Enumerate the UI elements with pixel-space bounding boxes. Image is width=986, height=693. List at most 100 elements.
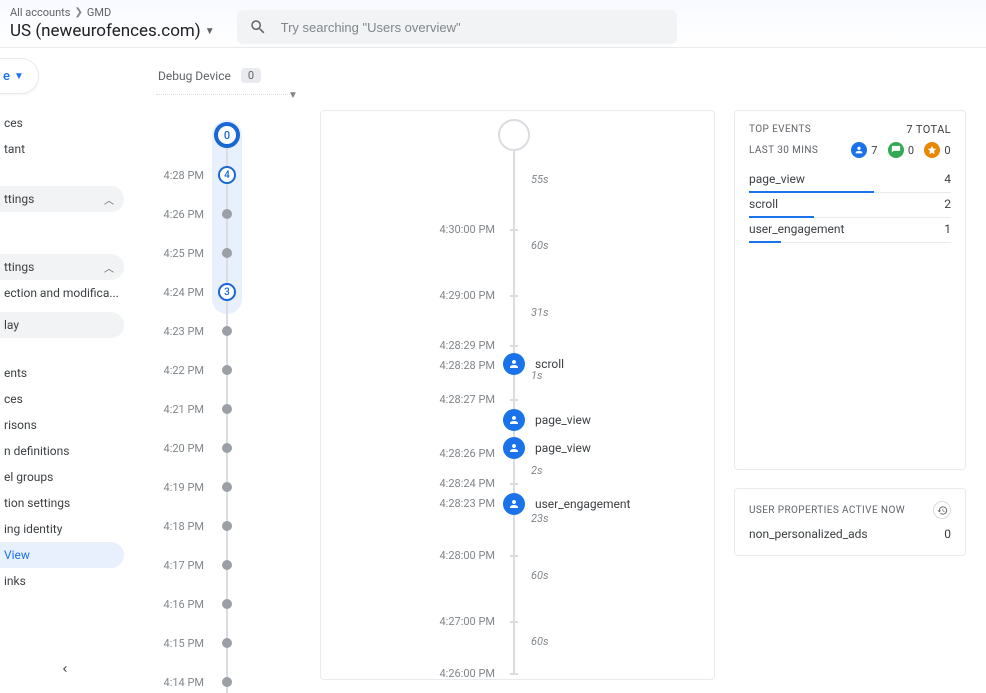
breadcrumb-account[interactable]: GMD [87, 6, 111, 19]
sidebar-item-label: tion settings [4, 496, 70, 510]
chevron-up-icon: ︿ [104, 260, 114, 275]
green-event-icon [888, 142, 904, 158]
minute-node[interactable] [222, 248, 232, 258]
event-name: scroll [535, 357, 564, 371]
minute-node[interactable] [222, 443, 232, 453]
sidebar-item[interactable]: ces [0, 110, 124, 136]
minute-node-count: 0 [224, 129, 230, 142]
event-tick [510, 621, 518, 623]
person-icon [503, 437, 525, 459]
event-tick [510, 345, 518, 347]
minute-node[interactable]: 3 [218, 283, 236, 301]
sidebar-item-label: ces [4, 392, 23, 406]
sidebar-item[interactable]: ing identity [0, 516, 124, 542]
caret-down-icon: ▼ [14, 71, 24, 82]
property-selector[interactable]: US (neweurofences.com) ▼ [10, 21, 215, 41]
minute-time-label: 4:25 PM [158, 247, 204, 260]
sidebar-item-label: ection and modifica... [4, 286, 119, 300]
user-property-row[interactable]: non_personalized_ads0 [749, 525, 951, 543]
sidebar-item[interactable]: risons [0, 412, 124, 438]
minute-node[interactable] [222, 521, 232, 531]
minute-node[interactable]: 4 [218, 166, 236, 184]
sidebar-item[interactable]: n definitions [0, 438, 124, 464]
minute-node[interactable] [222, 638, 232, 648]
floating-scope-pill[interactable]: e ▼ [0, 58, 39, 94]
event-row[interactable]: scroll [503, 353, 564, 375]
sidebar-item-label: n definitions [4, 444, 69, 458]
debug-device-count: 0 [241, 68, 261, 83]
event-row[interactable]: page_view [503, 437, 591, 459]
minute-node[interactable] [222, 599, 232, 609]
breadcrumb[interactable]: All accounts ❯ GMD [10, 6, 215, 19]
history-icon[interactable] [933, 501, 951, 519]
sidebar-item[interactable]: ttings ︿ [0, 254, 124, 280]
chevron-right-icon: ❯ [74, 7, 82, 18]
event-name: page_view [535, 413, 591, 427]
sidebar-item[interactable]: ection and modifica... [0, 280, 124, 306]
event-axis [513, 141, 515, 673]
event-gap-label: 31s [531, 306, 549, 319]
sidebar-item-label: ing identity [4, 522, 62, 536]
minute-node[interactable] [222, 326, 232, 336]
top-event-name: page_view [749, 172, 805, 186]
event-time-label: 4:27:00 PM [375, 615, 495, 628]
debug-device-selector[interactable]: Debug Device 0 [158, 68, 261, 83]
minute-node-current[interactable]: 0 [214, 122, 240, 148]
event-row[interactable]: user_engagement [503, 493, 630, 515]
sidebar-item-label: ents [4, 366, 27, 380]
minute-time-label: 4:19 PM [158, 481, 204, 494]
minute-node[interactable] [222, 560, 232, 570]
top-events-title: TOP EVENTS [749, 124, 811, 135]
event-time-label: 4:28:26 PM [375, 447, 495, 460]
sidebar-item[interactable]: ces [0, 386, 124, 412]
search-bar[interactable] [237, 10, 677, 44]
top-events-total: 7 TOTAL [906, 123, 951, 136]
sidebar-item[interactable]: inks [0, 568, 124, 594]
sidebar-item[interactable]: ttings︿ [0, 186, 124, 212]
sidebar-item-label: lay [4, 318, 19, 332]
minute-time-label: 4:16 PM [158, 598, 204, 611]
sidebar-item[interactable]: ents [0, 360, 124, 386]
minute-time-label: 4:23 PM [158, 325, 204, 338]
top-event-row[interactable]: page_view 4 [749, 168, 951, 193]
event-row[interactable]: page_view [503, 409, 591, 431]
legend-item: 0 [924, 142, 951, 158]
caret-down-icon[interactable]: ▼ [288, 90, 298, 101]
top-event-row[interactable]: scroll2 [749, 193, 951, 218]
sidebar-item-label: ttings [4, 260, 34, 274]
minute-node[interactable] [222, 404, 232, 414]
top-event-row[interactable]: user_engagement1 [749, 218, 951, 243]
legend-value: 7 [871, 144, 878, 157]
sidebar-item[interactable]: View [0, 542, 124, 568]
user-property-name: non_personalized_ads [749, 527, 868, 541]
minute-node[interactable] [222, 365, 232, 375]
top-event-value: 4 [944, 172, 951, 186]
top-events-subtitle: LAST 30 MINS [749, 145, 818, 156]
minute-time-label: 4:15 PM [158, 637, 204, 650]
caret-down-icon: ▼ [205, 26, 215, 37]
top-event-value: 2 [944, 197, 951, 211]
person-icon [503, 409, 525, 431]
sidebar-item[interactable]: el groups [0, 464, 124, 490]
sidebar-item[interactable]: tion settings [0, 490, 124, 516]
event-tick [510, 483, 518, 485]
nav-collapse-icon[interactable] [0, 663, 130, 679]
sidebar-item-label: inks [4, 574, 26, 588]
minute-node[interactable] [222, 677, 232, 687]
event-head-marker [498, 119, 530, 151]
event-tick [510, 229, 518, 231]
settings-sidebar: cestantttings︿ttings︿ection and modifica… [0, 110, 130, 693]
sidebar-item-label: ces [4, 116, 23, 130]
sidebar-item[interactable]: lay [0, 312, 124, 338]
property-label: US (neweurofences.com) [10, 21, 201, 41]
sidebar-item[interactable]: tant [0, 136, 124, 162]
event-gap-label: 60s [531, 239, 549, 252]
minute-timeline[interactable]: 0 4:28 PM44:26 PM4:25 PM4:24 PM34:23 PM4… [158, 110, 308, 693]
breadcrumb-root[interactable]: All accounts [10, 6, 70, 19]
minute-node[interactable] [222, 209, 232, 219]
event-name: user_engagement [535, 497, 630, 511]
search-input[interactable] [281, 20, 665, 35]
event-gap-label: 60s [531, 569, 549, 582]
chevron-up-icon: ︿ [104, 192, 114, 207]
minute-node[interactable] [222, 482, 232, 492]
